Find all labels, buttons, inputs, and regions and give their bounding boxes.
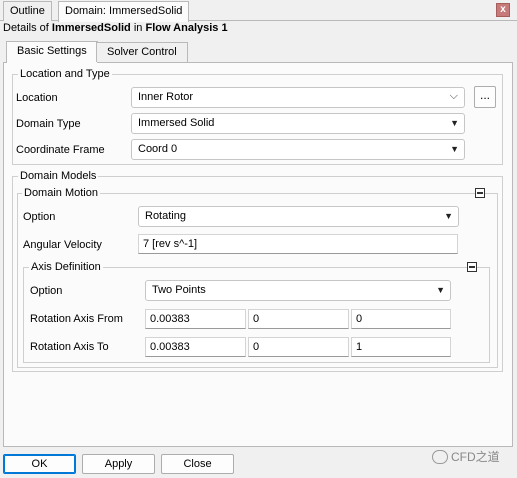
dropdown-arrow-icon: ▼ xyxy=(450,144,459,154)
axis-definition-title: Axis Definition xyxy=(29,261,103,273)
location-combo[interactable]: Inner Rotor ⌵ xyxy=(131,87,465,108)
coord-frame-select[interactable]: Coord 0 ▼ xyxy=(131,139,465,160)
domain-motion-title: Domain Motion xyxy=(22,187,100,199)
tab-basic-settings[interactable]: Basic Settings xyxy=(6,41,98,63)
rotation-axis-from-y[interactable]: 0 xyxy=(248,309,349,329)
details-object: ImmersedSolid xyxy=(51,22,131,34)
domain-type-value: Immersed Solid xyxy=(138,117,215,129)
details-header: Details of ImmersedSolid in Flow Analysi… xyxy=(3,22,228,34)
tab-domain-immersedsolid[interactable]: Domain: ImmersedSolid xyxy=(58,1,190,22)
details-prefix: Details of xyxy=(3,22,52,34)
wechat-icon xyxy=(432,450,448,464)
close-icon[interactable]: x xyxy=(496,3,510,17)
motion-option-label: Option xyxy=(23,211,56,223)
tab-domain-label: Domain: ImmersedSolid xyxy=(65,5,183,17)
close-button[interactable]: Close xyxy=(161,454,234,474)
chevron-down-icon: ⌵ xyxy=(449,90,458,102)
motion-option-select[interactable]: Rotating ▼ xyxy=(138,206,459,227)
axis-option-value: Two Points xyxy=(152,284,206,296)
location-label: Location xyxy=(16,92,58,104)
coord-frame-value: Coord 0 xyxy=(138,143,178,155)
dropdown-arrow-icon: ▼ xyxy=(444,211,453,221)
rotation-axis-to-y[interactable]: 0 xyxy=(248,337,349,357)
rotation-axis-to-z[interactable]: 1 xyxy=(351,337,451,357)
location-and-type-title: Location and Type xyxy=(18,68,112,80)
tab-basic-settings-label: Basic Settings xyxy=(17,45,87,57)
angular-velocity-label: Angular Velocity xyxy=(23,239,102,251)
axis-option-select[interactable]: Two Points ▼ xyxy=(145,280,451,301)
details-analysis: Flow Analysis 1 xyxy=(145,22,228,34)
domain-type-label: Domain Type xyxy=(16,118,81,130)
rotation-axis-from-label: Rotation Axis From xyxy=(30,313,123,325)
tab-outline[interactable]: Outline xyxy=(3,1,52,21)
tab-solver-control[interactable]: Solver Control xyxy=(96,42,188,62)
motion-option-value: Rotating xyxy=(145,210,186,222)
collapse-axis-definition-icon[interactable] xyxy=(467,262,477,272)
rotation-axis-from-x[interactable]: 0.00383 xyxy=(145,309,246,329)
rotation-axis-from-z[interactable]: 0 xyxy=(351,309,451,329)
watermark-text: CFD之道 xyxy=(451,450,500,464)
rotation-axis-to-x[interactable]: 0.00383 xyxy=(145,337,246,357)
apply-button[interactable]: Apply xyxy=(82,454,155,474)
rotation-axis-to-label: Rotation Axis To xyxy=(30,341,109,353)
angular-velocity-input[interactable]: 7 [rev s^-1] xyxy=(138,234,458,254)
location-value: Inner Rotor xyxy=(138,91,194,103)
tab-outline-label: Outline xyxy=(10,5,45,17)
domain-type-select[interactable]: Immersed Solid ▼ xyxy=(131,113,465,134)
dropdown-arrow-icon: ▼ xyxy=(436,285,445,295)
domain-models-title: Domain Models xyxy=(18,170,99,182)
dropdown-arrow-icon: ▼ xyxy=(450,118,459,128)
coord-frame-label: Coordinate Frame xyxy=(16,144,105,156)
collapse-domain-motion-icon[interactable] xyxy=(475,188,485,198)
tab-solver-control-label: Solver Control xyxy=(107,46,177,58)
axis-option-label: Option xyxy=(30,285,63,297)
watermark: CFD之道 xyxy=(432,448,500,465)
details-mid: in xyxy=(130,22,146,34)
browse-button[interactable]: ... xyxy=(474,86,496,108)
ok-button[interactable]: OK xyxy=(3,454,76,474)
